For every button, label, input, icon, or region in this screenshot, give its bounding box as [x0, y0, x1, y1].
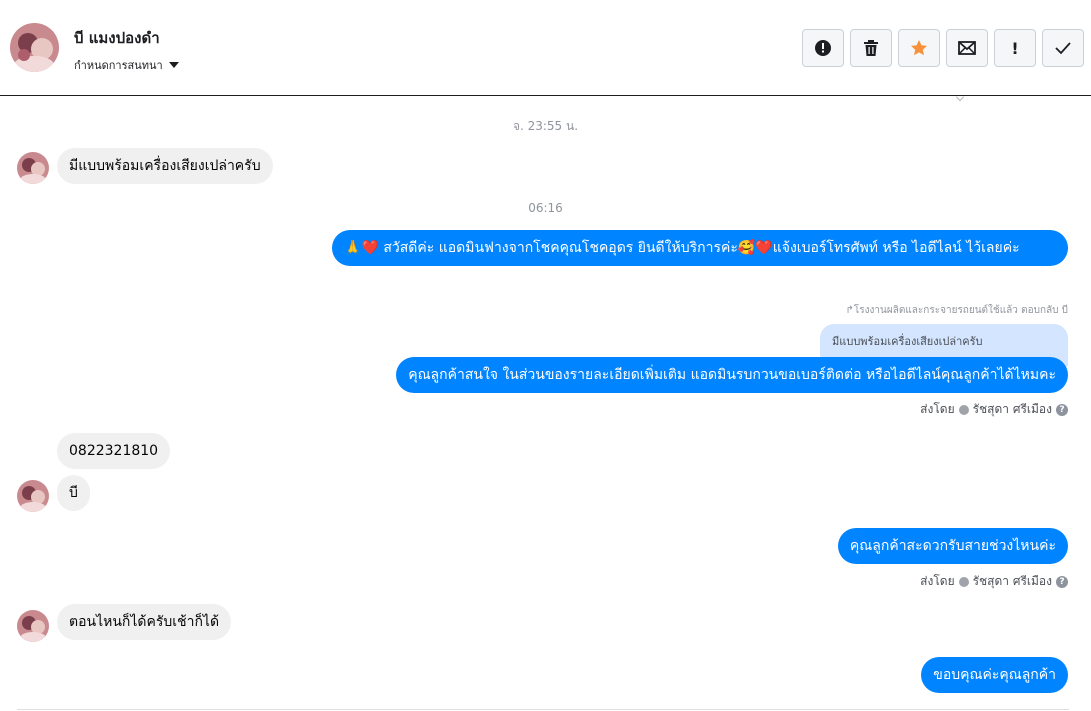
incoming-message[interactable]: 0822321810: [57, 433, 171, 469]
reply-note-text: โรงงานผลิตและกระจายรถยนต์ใช้แล้ว ตอบกลับ…: [853, 305, 1068, 316]
alert-circle-icon: [815, 40, 831, 56]
help-icon[interactable]: ?: [1056, 575, 1068, 588]
outgoing-message[interactable]: ขอบคุณค่ะคุณลูกค้า: [921, 657, 1068, 693]
conversation-options-label: กำหนดการสนทนา: [74, 59, 163, 72]
verified-icon: [958, 576, 969, 587]
trash-icon: [864, 40, 878, 56]
timestamp: จ. 23:55 น.: [512, 119, 579, 133]
verified-icon: [958, 404, 969, 415]
incoming-message[interactable]: บี: [57, 475, 90, 511]
incoming-message[interactable]: มีแบบพร้อมเครื่องเสียงเปล่าครับ: [57, 148, 273, 184]
conversation-header: บี แมงปองดำ กำหนดการสนทนา !: [0, 0, 1091, 96]
timestamp: 06:16: [528, 201, 563, 215]
mark-unread-button[interactable]: [946, 29, 988, 67]
outgoing-message[interactable]: คุณลูกค้าสะดวกรับสายช่วงไหนค่ะ: [837, 528, 1068, 564]
envelope-icon: [958, 41, 976, 55]
spam-button[interactable]: !: [994, 29, 1036, 67]
sent-by-label: ส่งโดย: [920, 574, 955, 588]
pray-emoji: 🙏: [344, 240, 362, 256]
exclamation-icon: !: [1011, 38, 1019, 58]
contact-name: บี แมงปองดำ: [74, 29, 160, 47]
star-button[interactable]: [898, 29, 940, 67]
sent-by-info: ส่งโดย รัชสุดา ศรีเมือง ?: [920, 400, 1068, 419]
help-icon[interactable]: ?: [1056, 403, 1068, 416]
message-thread[interactable]: จ. 23:55 น. มีแบบพร้อมเครื่องเสียงเปล่าค…: [0, 92, 1091, 711]
conversation-options-dropdown[interactable]: กำหนดการสนทนา: [74, 56, 179, 74]
sender-avatar: [17, 610, 49, 642]
heart-emoji: ❤️: [361, 240, 379, 256]
incoming-message[interactable]: ตอนไหนก็ได้ครับเช้าก็ได้: [57, 604, 232, 640]
sender-avatar: [17, 152, 49, 184]
star-icon: [911, 40, 927, 56]
sender-name: รัชสุดา ศรีเมือง: [972, 402, 1052, 416]
contact-avatar[interactable]: [10, 23, 59, 72]
header-actions: !: [802, 29, 1084, 67]
composer-divider: [17, 709, 1069, 710]
mark-done-button[interactable]: [1042, 29, 1084, 67]
checkmark-icon: [1055, 42, 1071, 55]
report-button[interactable]: [802, 29, 844, 67]
outgoing-message[interactable]: 🙏❤️ สวัสดีค่ะ แอดมินฟางจากโชคคุณโชคอุดร …: [332, 230, 1068, 266]
caret-down-icon: [168, 62, 179, 68]
reply-note: ↱โรงงานผลิตและกระจายรถยนต์ใช้แล้ว ตอบกลั…: [846, 303, 1068, 318]
reply-arrow-icon: ↱: [845, 305, 854, 316]
outgoing-message-text: สวัสดีค่ะ แอดมินฟางจากโชคคุณโชคอุดร ยินด…: [383, 240, 1020, 256]
sender-name: รัชสุดา ศรีเมือง: [972, 574, 1052, 588]
delete-button[interactable]: [850, 29, 892, 67]
sent-by-info: ส่งโดย รัชสุดา ศรีเมือง ?: [920, 572, 1068, 591]
outgoing-message[interactable]: คุณลูกค้าสนใจ ในส่วนของรายละเอียดเพิ่มเต…: [396, 357, 1068, 393]
sent-by-label: ส่งโดย: [920, 402, 955, 416]
sender-avatar: [17, 480, 49, 512]
